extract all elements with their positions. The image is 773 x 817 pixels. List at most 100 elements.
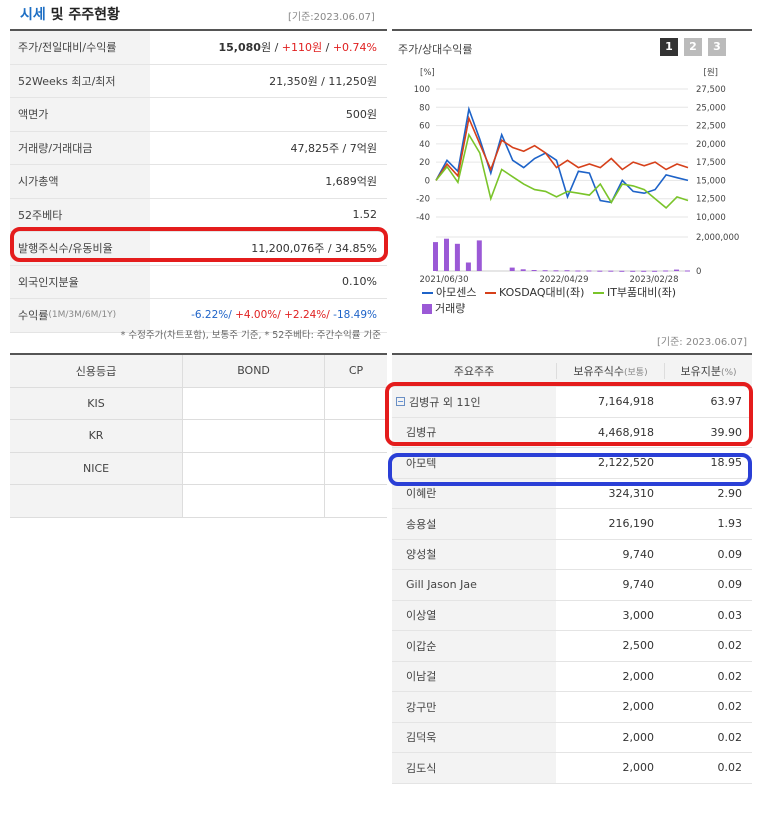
section-title: 시세 및 주주현황 (20, 4, 120, 24)
table-row: NICE (10, 452, 387, 485)
right-tick-label: 17,500 (696, 158, 726, 168)
legend-label: 거래량 (435, 302, 466, 315)
volume-bar (509, 267, 515, 271)
x-tick-label: 2021/06/30 (420, 275, 469, 283)
right-tick-label: 25,000 (696, 103, 726, 113)
series-line-2 (435, 132, 689, 209)
right-tick-label: 15,000 (696, 176, 726, 186)
volume-bar (542, 270, 548, 272)
legend-label: IT부품대비(좌) (606, 286, 677, 299)
returns-values: -6.22%/ +4.00%/ +2.24%/ -18.49% (150, 309, 387, 321)
holder-name: 이남걸 (392, 661, 556, 691)
highlight-shares-outstanding (10, 227, 388, 262)
table-row: KR (10, 419, 387, 453)
quote-label: 52Weeks 최고/최저 (10, 64, 150, 97)
quote-note: * 수정주가(차트포함), 보통주 기준, * 52주베타: 주간수익률 기준 (120, 330, 381, 341)
volume-bar (575, 270, 581, 272)
table-row: 이남걸 2,000 0.02 (392, 661, 752, 692)
quote-label: 시가총액 (10, 165, 150, 198)
volume-bar (564, 270, 570, 272)
legend-item: KOSDAQ대비(좌) (484, 284, 585, 300)
legend-swatch (484, 292, 496, 294)
chart-button-1[interactable]: 1 (660, 38, 678, 56)
volume-bar (652, 270, 658, 272)
x-tick-label: 2023/02/28 (630, 275, 679, 283)
legend-swatch (422, 304, 432, 314)
holders-header-pct: 보유지분(%) (664, 362, 752, 379)
table-row (10, 484, 387, 518)
volume-bar (663, 270, 669, 272)
table-row: 송용설 216,190 1.93 (392, 509, 752, 540)
quote-value: 1,689억원 (325, 175, 377, 189)
legend-item: 거래량 (422, 300, 465, 316)
holder-shares: 2,000 (622, 761, 655, 775)
volume-bar (433, 242, 438, 271)
right-tick-label: 20,000 (696, 140, 726, 150)
holder-shares: 2,500 (622, 639, 655, 653)
series-line-1 (435, 115, 689, 181)
holder-shares: 2,000 (622, 730, 655, 744)
quote-row: 액면가 500원 (10, 98, 387, 132)
quote-label: 외국인지분율 (10, 265, 150, 298)
table-row: 양성철 9,740 0.09 (392, 539, 752, 570)
credit-agency: NICE (10, 452, 184, 485)
left-tick-label: 0 (425, 176, 430, 186)
holder-pct: 1.93 (717, 517, 743, 531)
right-tick-label: 12,500 (696, 195, 726, 205)
chart-button-2[interactable]: 2 (684, 38, 702, 56)
quote-row: 52Weeks 최고/최저 21,350원 / 11,250원 (10, 64, 387, 98)
left-tick-label: 80 (419, 103, 430, 113)
chart-button-3[interactable]: 3 (708, 38, 726, 56)
return-6m: +2.24%/ (280, 309, 330, 322)
legend-label: KOSDAQ대비(좌) (498, 286, 585, 299)
quote-date: [기준:2023.06.07] (288, 12, 375, 23)
volume-bar (597, 270, 603, 272)
return-1y: -18.49% (329, 309, 377, 322)
volume-bar (465, 262, 471, 271)
x-tick-label: 2022/04/29 (540, 275, 589, 283)
quote-value: 1.52 (352, 208, 378, 222)
stock-chart: [%] [원] 100 27,500 80 25,000 60 22,500 40 20,000 2… (414, 68, 740, 283)
credit-table: 신용등급 BOND CP KIS KR NICE (10, 353, 387, 518)
series-line-0 (435, 106, 689, 204)
quote-label: 주가/전일대비/수익률 (10, 31, 150, 64)
volume-bar (520, 269, 526, 271)
volume-bar (630, 270, 636, 272)
holder-pct: 0.02 (717, 761, 743, 775)
right-axis-unit: [원] (704, 68, 718, 78)
holder-shares: 216,190 (608, 517, 655, 531)
holder-shares: 3,000 (622, 608, 655, 622)
holder-pct: 0.09 (717, 578, 743, 592)
volume-bar (531, 270, 537, 271)
quote-value: 47,825주 / 7억원 (290, 141, 377, 155)
legend-swatch (592, 292, 604, 294)
holder-pct: 0.03 (717, 608, 743, 622)
price-sep: / (322, 41, 333, 55)
chart-panel: 주가/상대수익률 1 2 3 [%] [원] 100 27,500 80 25,000 60… (392, 29, 752, 324)
return-3m: +4.00%/ (231, 309, 281, 322)
volume-bar (476, 240, 482, 271)
credit-header: 신용등급 (10, 355, 184, 388)
quote-row: 거래량/거래대금 47,825주 / 7억원 (10, 131, 387, 165)
quote-label: 액면가 (10, 98, 150, 131)
returns-sub: (1M/3M/6M/1Y) (48, 310, 117, 321)
volume-tick-label: 2,000,000 (696, 233, 739, 243)
right-tick-label: 22,500 (696, 122, 726, 132)
credit-agency: KR (10, 419, 184, 453)
highlight-amotech (388, 453, 752, 486)
holder-shares: 2,000 (622, 669, 655, 683)
left-tick-label: -20 (416, 195, 430, 205)
holders-header-shares: 보유주식수(보통) (556, 362, 664, 379)
legend-item: 아모센스 (422, 284, 476, 300)
price-value: 15,080 (218, 41, 261, 55)
table-row: 김덕욱 2,000 0.02 (392, 722, 752, 753)
quote-value: 15,080원 / +110원 / +0.74% (150, 39, 387, 55)
quote-value: 500원 (345, 108, 377, 122)
credit-header: CP (324, 355, 387, 388)
table-row: Gill Jason Jae 9,740 0.09 (392, 570, 752, 601)
left-axis-unit: [%] (420, 68, 435, 78)
section-title-a: 시세 (20, 7, 46, 23)
holder-name: Gill Jason Jae (392, 570, 556, 600)
volume-bar (619, 270, 625, 272)
chart-title: 주가/상대수익률 (398, 43, 473, 56)
